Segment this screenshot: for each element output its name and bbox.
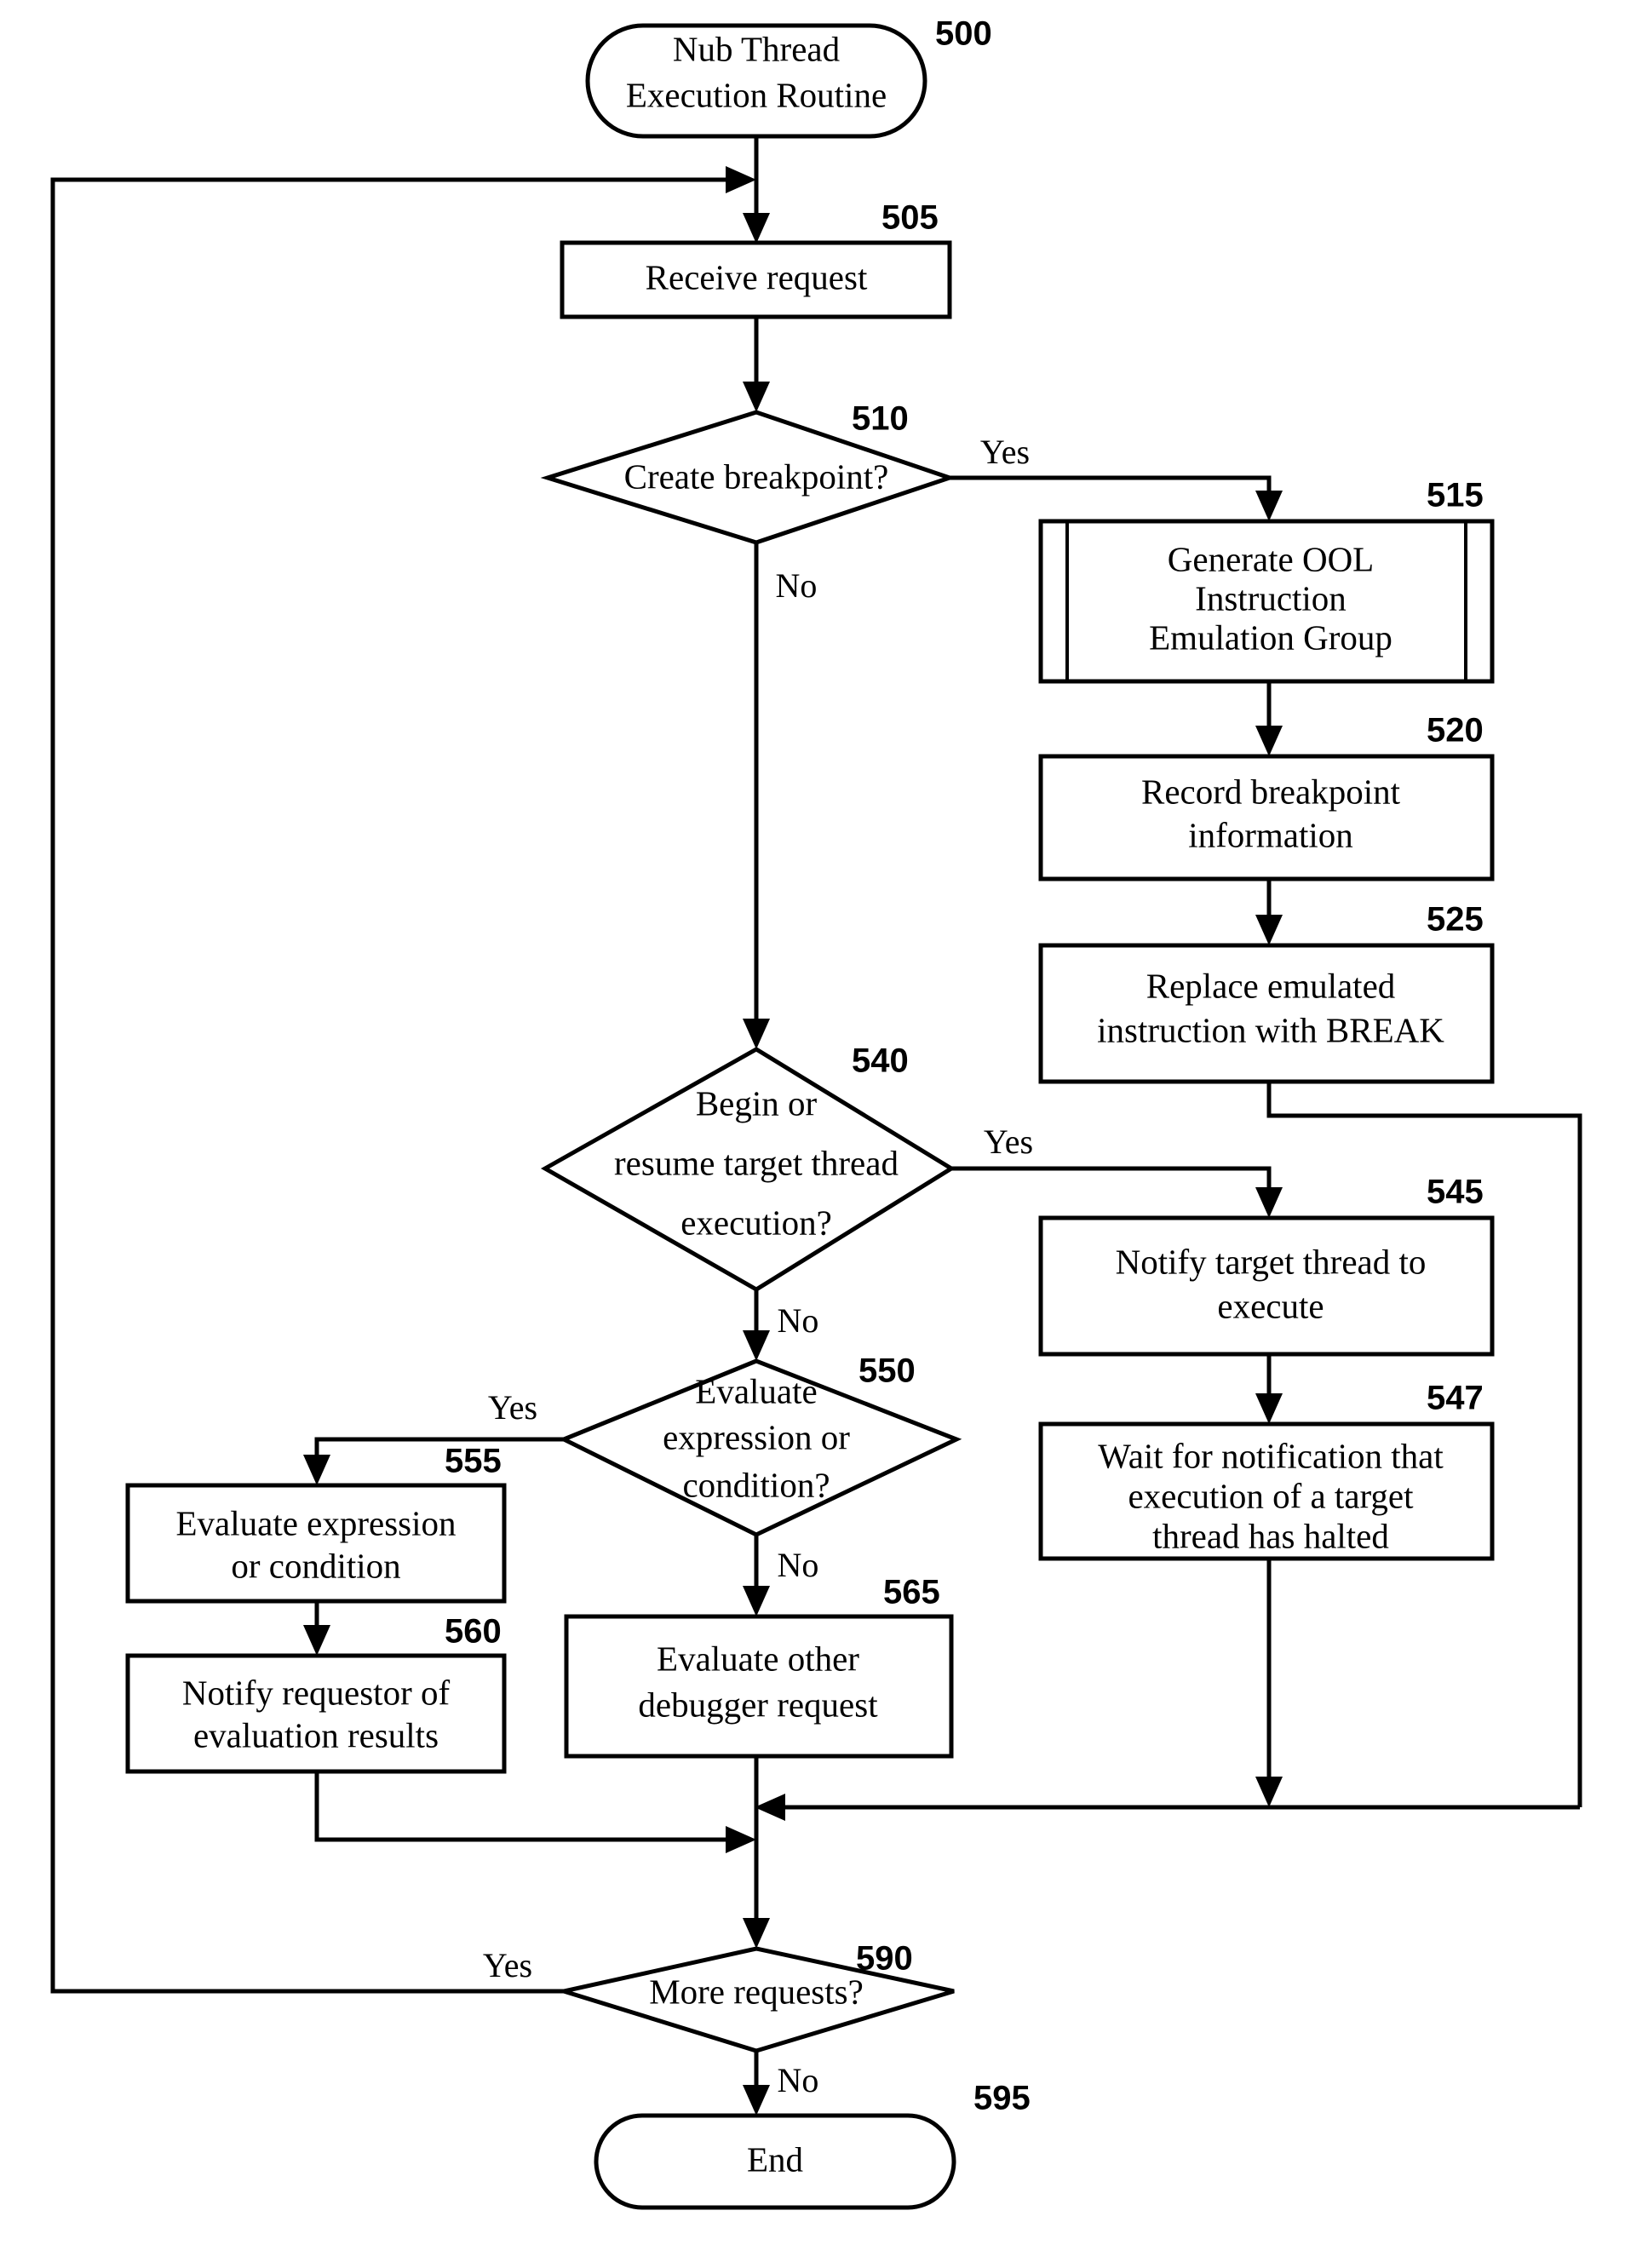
node-590-ref: 590 xyxy=(856,1940,913,1978)
node-560-line-2: evaluation results xyxy=(193,1715,439,1754)
arrowhead-merge-right xyxy=(726,1826,756,1853)
node-525-line-2: instruction with BREAK xyxy=(1097,1010,1444,1049)
node-547-ref: 547 xyxy=(1427,1380,1484,1417)
arrowhead-560-in xyxy=(303,1625,330,1656)
arrowhead-590-in xyxy=(743,1918,770,1949)
arrowhead-555-in xyxy=(303,1455,330,1485)
node-550-line-3: condition? xyxy=(682,1465,830,1504)
arrowhead-540-in xyxy=(743,1019,770,1049)
edge-560-to-merge xyxy=(314,1771,738,1842)
node-505-line-1: Receive request xyxy=(646,257,868,296)
node-525-ref: 525 xyxy=(1427,901,1484,939)
edge-label-510-no: No xyxy=(776,566,818,605)
arrowhead-feedback-in xyxy=(726,166,756,193)
arrowhead-550-in xyxy=(743,1330,770,1361)
node-540-line-3: execution? xyxy=(680,1203,832,1242)
edge-label-550-yes: Yes xyxy=(488,1388,537,1427)
arrowhead-595-in xyxy=(743,2085,770,2116)
arrowhead-525-in xyxy=(1255,915,1283,945)
edge-label-510-yes: Yes xyxy=(980,433,1030,471)
node-520-ref: 520 xyxy=(1427,712,1484,749)
node-540-line-1: Begin or xyxy=(696,1083,818,1123)
node-525-line-1: Replace emulated xyxy=(1146,966,1396,1005)
node-555-line-2: or condition xyxy=(231,1546,400,1585)
node-500-ref: 500 xyxy=(935,15,992,53)
node-540-line-2: resume target thread xyxy=(614,1143,899,1182)
arrowhead-505-in xyxy=(743,213,770,244)
edge-label-540-no: No xyxy=(778,1301,819,1340)
node-505-ref: 505 xyxy=(881,199,939,237)
edge-label-550-no: No xyxy=(778,1546,819,1584)
edge-label-590-no: No xyxy=(778,2061,819,2099)
node-500-start[interactable]: Nub Thread Execution Routine 500 xyxy=(585,15,992,139)
flowchart-canvas: Nub Thread Execution Routine 500 Receive… xyxy=(50,15,1582,2210)
node-515-line-1: Generate OOL xyxy=(1168,539,1374,578)
arrowhead-547-merge xyxy=(1255,1777,1283,1807)
node-565-line-1: Evaluate other xyxy=(657,1639,859,1678)
arrowhead-515-in xyxy=(1255,491,1283,521)
node-500-line-2: Execution Routine xyxy=(626,75,887,114)
edge-label-540-yes: Yes xyxy=(984,1123,1033,1161)
edge-label-590-yes: Yes xyxy=(483,1946,532,1984)
node-550-line-1: Evaluate xyxy=(695,1371,817,1410)
arrowhead-545-in xyxy=(1255,1187,1283,1218)
edge-550-yes xyxy=(314,1437,564,1467)
node-515-ref: 515 xyxy=(1427,477,1484,514)
node-515-line-2: Instruction xyxy=(1195,578,1347,617)
node-547-line-1: Wait for notification that xyxy=(1098,1436,1444,1475)
edge-540-yes xyxy=(951,1166,1272,1199)
node-520-line-2: information xyxy=(1188,815,1353,854)
node-515-line-3: Emulation Group xyxy=(1149,617,1392,657)
node-510-ref: 510 xyxy=(852,400,909,438)
node-547-line-3: thread has halted xyxy=(1152,1516,1389,1555)
node-595-ref: 595 xyxy=(973,2080,1031,2117)
node-510-create-breakpoint[interactable]: Create breakpoint? 510 xyxy=(540,400,956,545)
arrowhead-510-in xyxy=(743,382,770,412)
node-565-line-2: debugger request xyxy=(638,1685,878,1724)
node-545-line-1: Notify target thread to xyxy=(1116,1242,1427,1281)
node-560-line-1: Notify requestor of xyxy=(182,1673,451,1712)
node-565-ref: 565 xyxy=(883,1574,940,1611)
node-590-more-requests[interactable]: More requests? 590 xyxy=(555,1940,955,2053)
arrowhead-merge-left xyxy=(755,1794,785,1821)
arrowhead-565-in xyxy=(743,1586,770,1616)
node-540-begin-resume-execution[interactable]: Begin or resume target thread execution?… xyxy=(540,1042,956,1292)
node-520-line-1: Record breakpoint xyxy=(1141,772,1401,811)
arrowhead-520-in xyxy=(1255,726,1283,756)
node-555-line-1: Evaluate expression xyxy=(175,1503,456,1542)
node-560-ref: 560 xyxy=(445,1613,502,1651)
node-550-evaluate-expression-decision[interactable]: Evaluate expression or condition? 550 xyxy=(558,1352,962,1537)
node-555-ref: 555 xyxy=(445,1443,502,1480)
node-545-line-2: execute xyxy=(1217,1286,1324,1325)
node-550-ref: 550 xyxy=(858,1352,916,1390)
node-540-ref: 540 xyxy=(852,1042,909,1080)
node-545-ref: 545 xyxy=(1427,1174,1484,1211)
node-550-line-2: expression or xyxy=(663,1417,850,1456)
node-510-line-1: Create breakpoint? xyxy=(624,456,889,496)
flowchart-diagram: Nub Thread Execution Routine 500 Receive… xyxy=(0,0,1648,2268)
node-500-line-1: Nub Thread xyxy=(673,29,840,68)
edge-510-yes xyxy=(950,475,1272,502)
node-547-line-2: execution of a target xyxy=(1128,1476,1414,1515)
node-590-line-1: More requests? xyxy=(649,1972,864,2011)
node-595-line-1: End xyxy=(747,2139,803,2179)
arrowhead-547-in xyxy=(1255,1393,1283,1424)
